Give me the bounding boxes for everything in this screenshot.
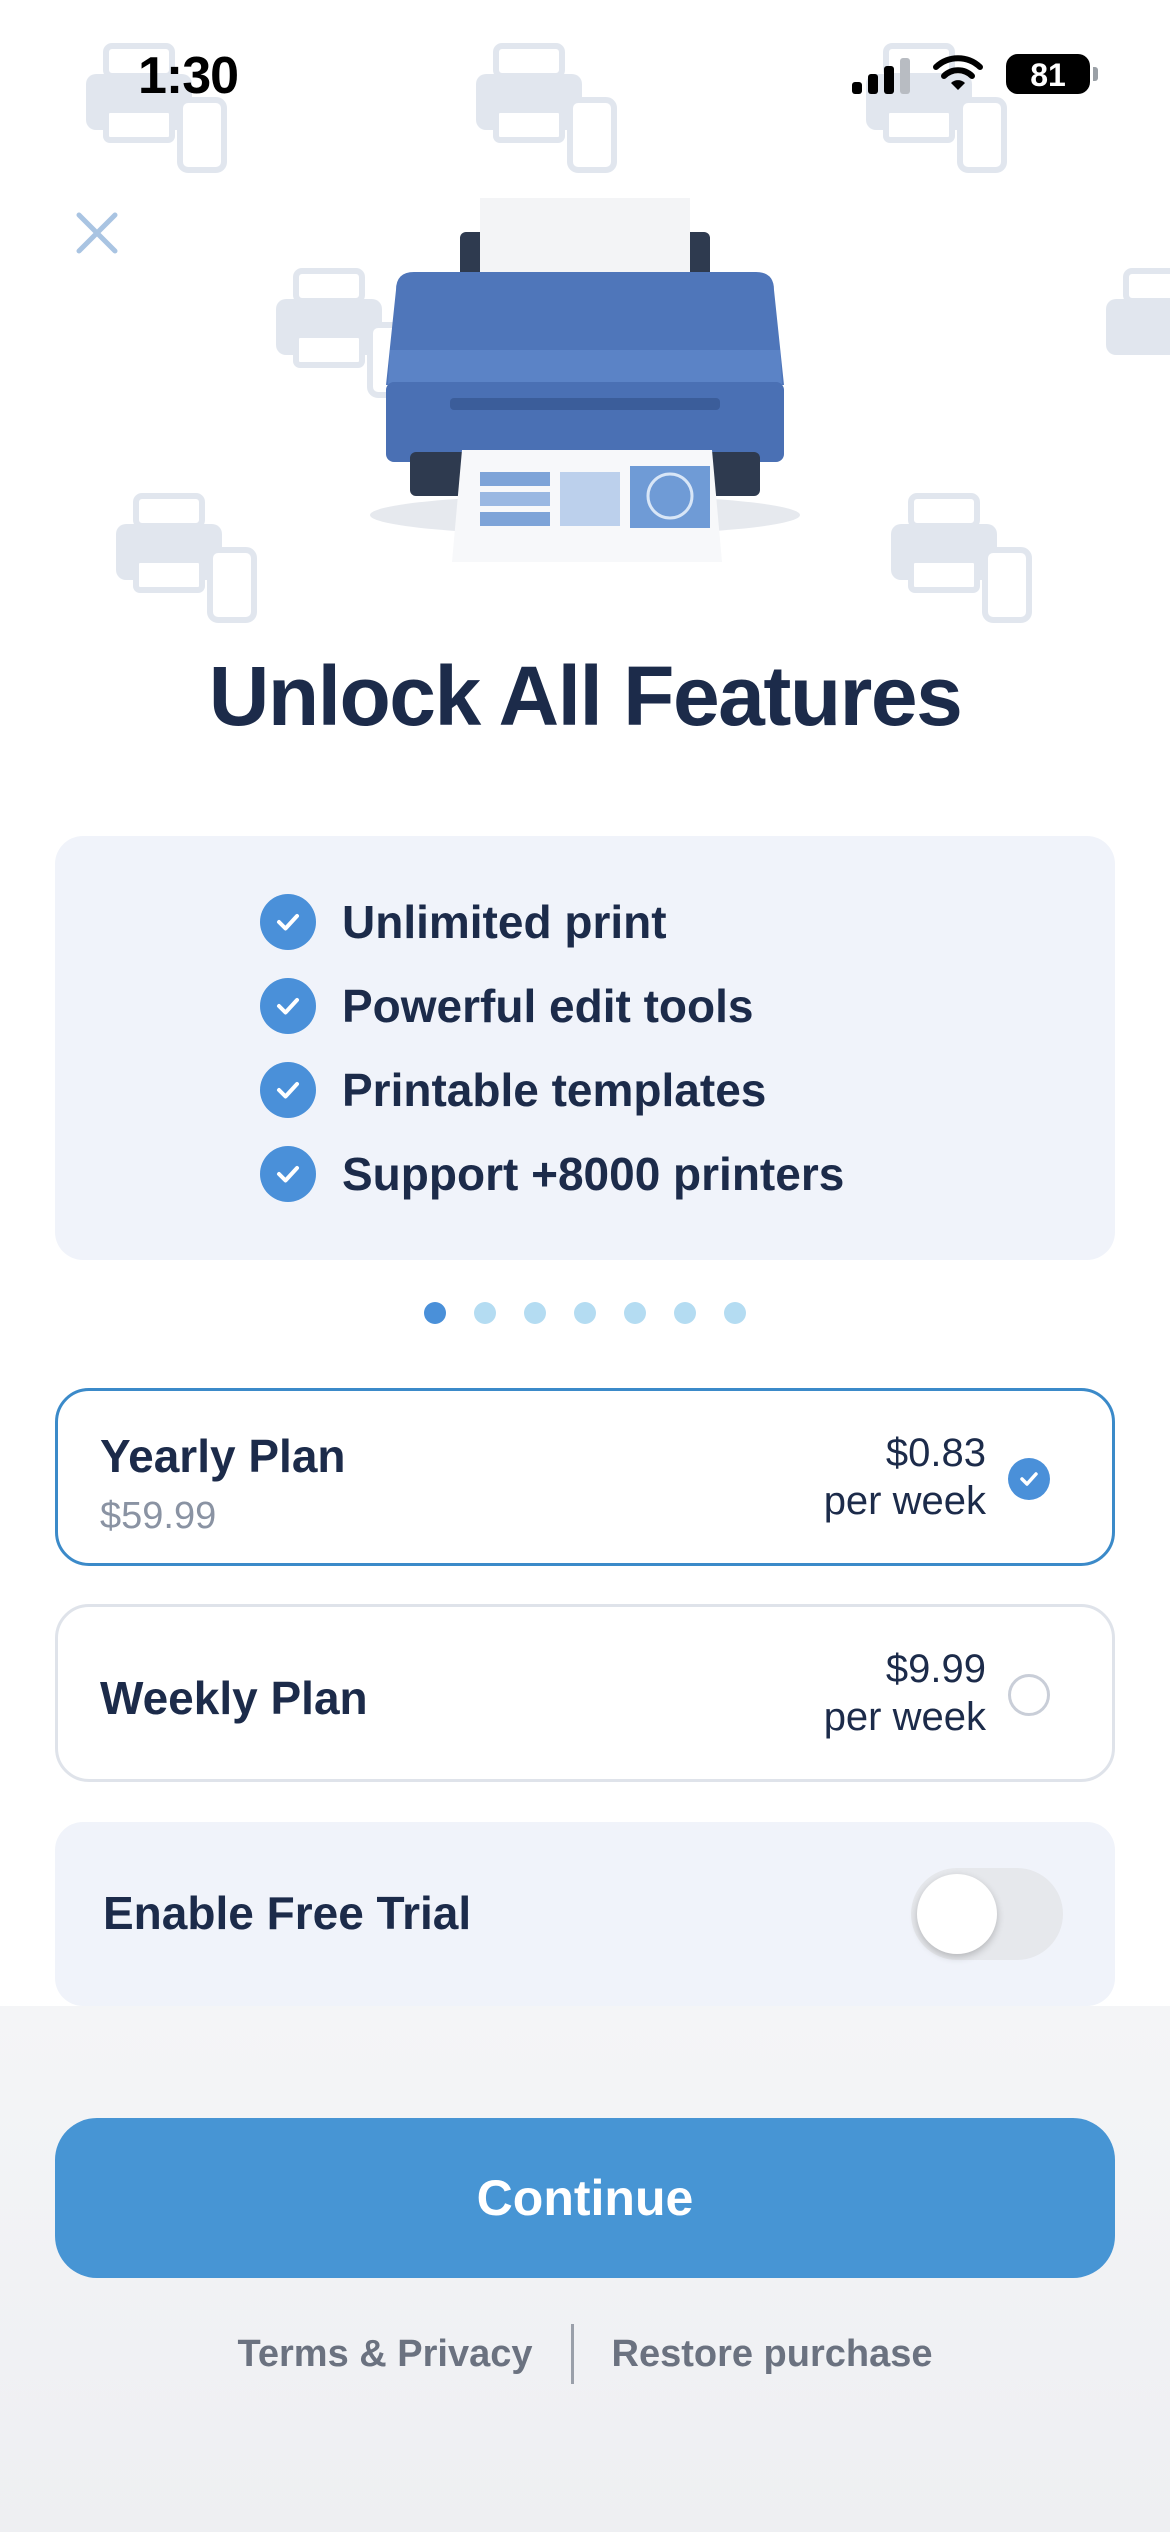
cellular-signal-icon (852, 54, 910, 94)
status-bar: 1:30 81 (0, 0, 1170, 150)
page-title: Unlock All Features (208, 649, 963, 743)
plan-total-price: $59.99 (100, 1495, 217, 1537)
plan-name: Yearly Plan (100, 1430, 346, 1482)
page-dot[interactable] (724, 1302, 746, 1324)
features-card: Unlimited print Powerful edit tools Prin… (55, 836, 1115, 1260)
page-dot[interactable] (474, 1302, 496, 1324)
battery-icon: 81 (1006, 54, 1098, 94)
background-printer-icon (885, 490, 1035, 625)
plan-period: per week (823, 1479, 986, 1523)
feature-item: Support +8000 printers (260, 1132, 844, 1216)
printer-illustration (350, 190, 820, 590)
yearly-plan-option[interactable]: Yearly Plan $59.99 $0.83 per week (55, 1388, 1115, 1566)
free-trial-row: Enable Free Trial (55, 1822, 1115, 2006)
checkmark-icon (260, 1062, 316, 1118)
plan-price: $9.99 (885, 1647, 986, 1691)
footer-divider (570, 2324, 574, 2384)
background-printer-icon (1100, 265, 1170, 400)
restore-purchase-link[interactable]: Restore purchase (612, 2333, 933, 2376)
terms-privacy-link[interactable]: Terms & Privacy (237, 2333, 532, 2376)
battery-level: 81 (1030, 57, 1066, 93)
footer-links: Terms & Privacy Restore purchase (0, 2324, 1170, 2384)
page-dot[interactable] (624, 1302, 646, 1324)
feature-label: Unlimited print (342, 896, 667, 948)
feature-label: Support +8000 printers (342, 1148, 845, 1200)
continue-button[interactable]: Continue (55, 2118, 1115, 2278)
close-icon (76, 212, 118, 254)
selected-check-icon (1008, 1458, 1050, 1500)
close-button[interactable] (62, 198, 132, 268)
plan-price: $0.83 (885, 1431, 986, 1475)
plan-period: per week (823, 1695, 986, 1739)
status-icons: 81 (852, 54, 1098, 94)
page-dot[interactable] (524, 1302, 546, 1324)
free-trial-label: Enable Free Trial (103, 1887, 472, 1939)
page-dot[interactable] (674, 1302, 696, 1324)
plan-price-block: $9.99 per week (824, 1645, 986, 1741)
features-list: Unlimited print Powerful edit tools Prin… (260, 880, 844, 1216)
feature-item: Printable templates (260, 1048, 844, 1132)
page-dot[interactable] (574, 1302, 596, 1324)
checkmark-icon (260, 1146, 316, 1202)
checkmark-icon (260, 894, 316, 950)
radio-empty-icon (1008, 1674, 1050, 1716)
feature-label: Printable templates (342, 1064, 767, 1116)
status-time: 1:30 (138, 47, 239, 105)
checkmark-icon (260, 978, 316, 1034)
page-dot[interactable] (424, 1302, 446, 1324)
paywall-screen: 1:30 81 Unlock All Features Unlimited pr… (0, 0, 1170, 2532)
feature-item: Powerful edit tools (260, 964, 844, 1048)
feature-label: Powerful edit tools (342, 980, 754, 1032)
plan-name: Weekly Plan (100, 1672, 368, 1724)
page-indicator (0, 1302, 1170, 1324)
free-trial-toggle[interactable] (911, 1868, 1063, 1960)
background-printer-icon (110, 490, 260, 625)
plan-price-block: $0.83 per week (824, 1429, 986, 1525)
wifi-icon (933, 55, 983, 90)
toggle-knob (917, 1874, 997, 1954)
feature-item: Unlimited print (260, 880, 844, 964)
weekly-plan-option[interactable]: Weekly Plan $9.99 per week (55, 1604, 1115, 1782)
